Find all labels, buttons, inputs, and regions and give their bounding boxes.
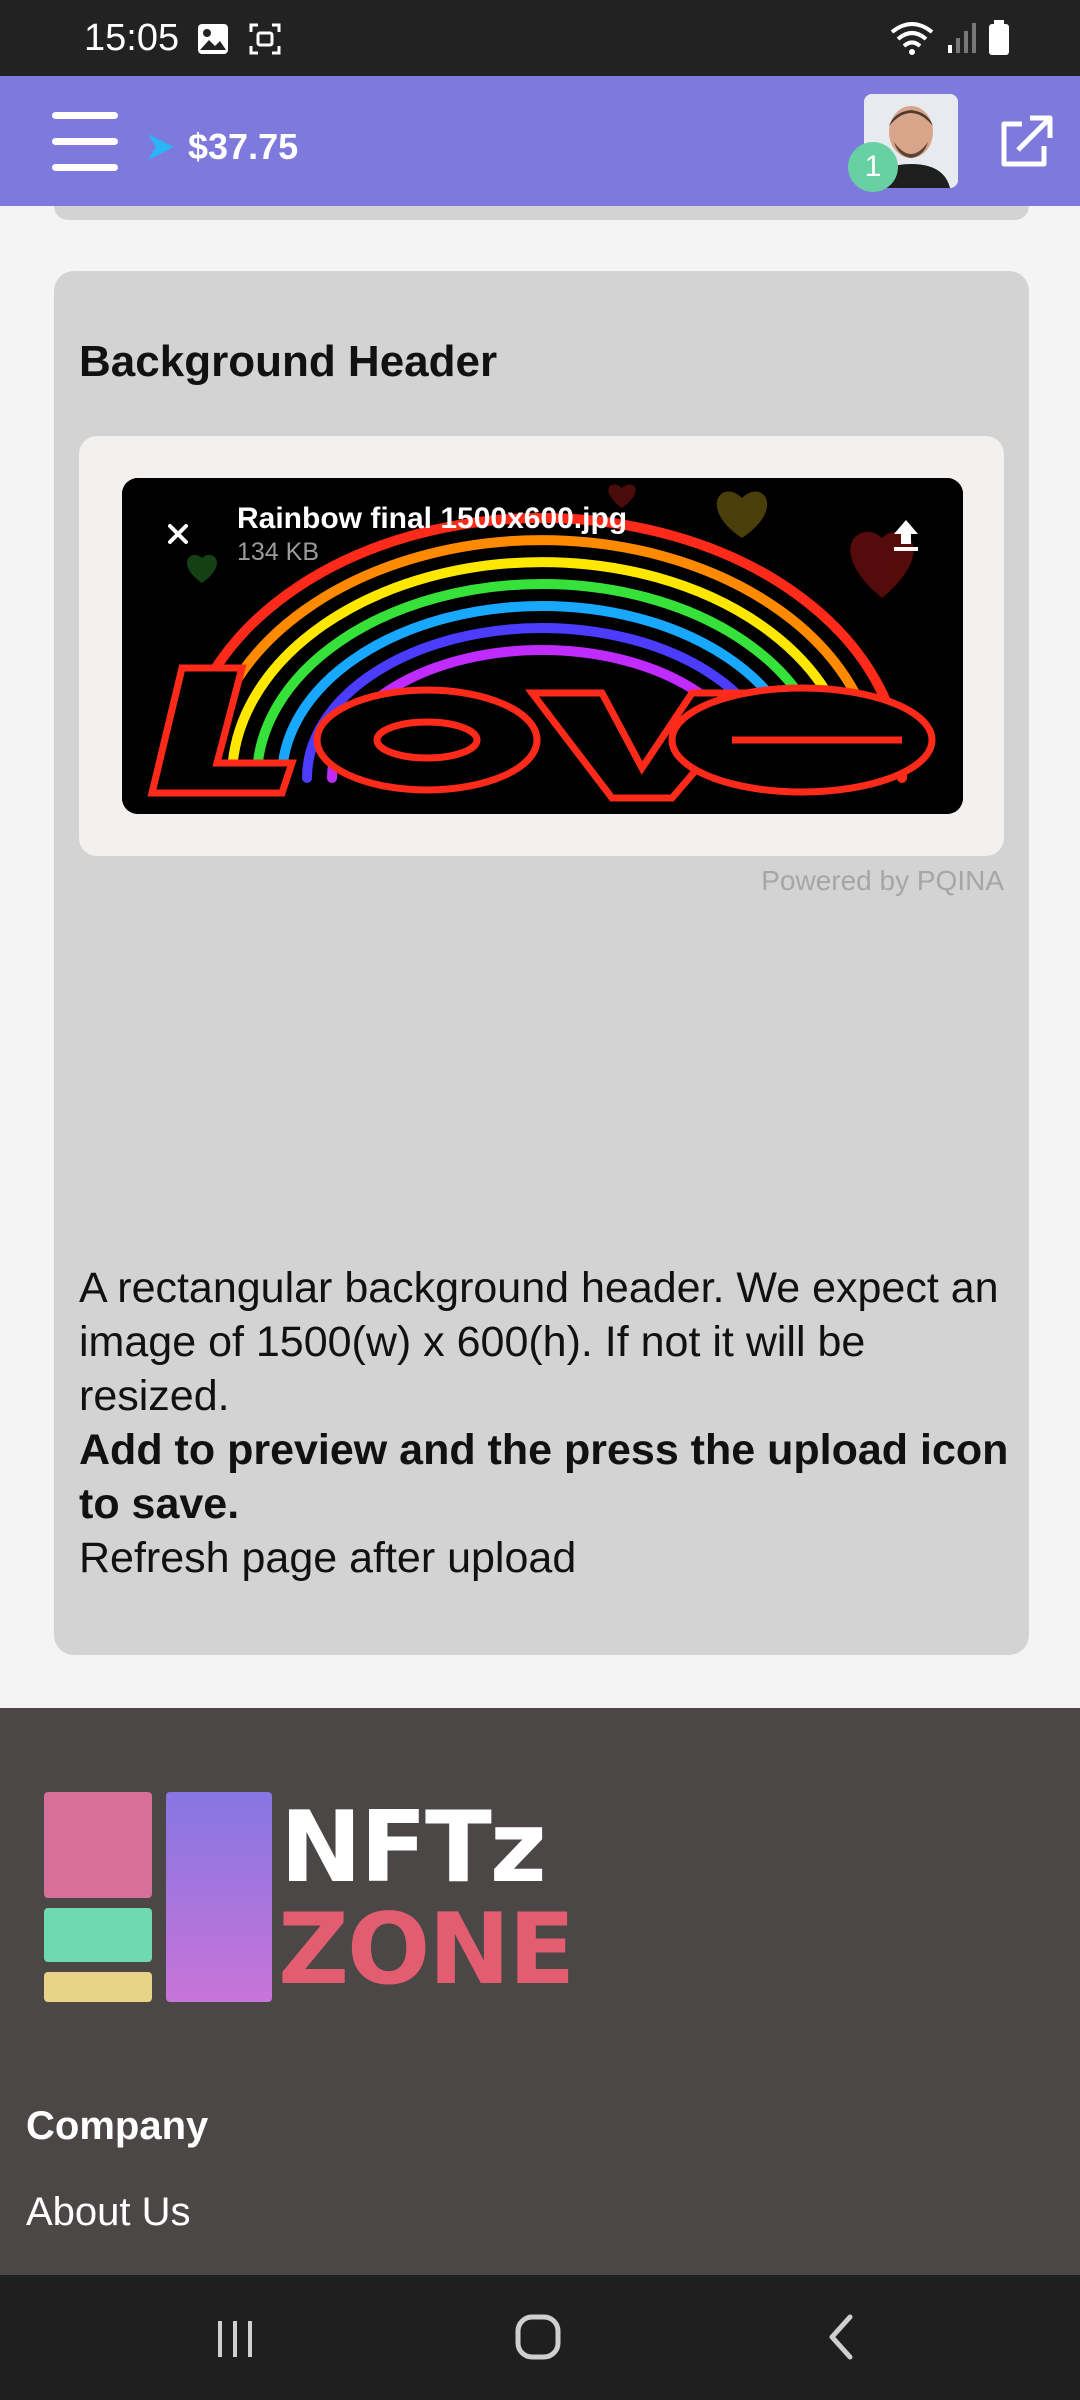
- notification-badge[interactable]: 1: [848, 142, 898, 192]
- background-header-card: Background Header Rainbow final 1500x600…: [54, 271, 1029, 1655]
- battery-icon: [989, 20, 1009, 55]
- back-button[interactable]: [806, 2305, 876, 2369]
- home-button[interactable]: [503, 2305, 573, 2369]
- logo-text-top: NFTz: [280, 1791, 547, 1905]
- home-icon: [515, 2314, 561, 2360]
- external-link-button[interactable]: [996, 112, 1056, 172]
- upload-icon: [894, 520, 918, 551]
- status-icons-left: [196, 22, 282, 56]
- screenshot-icon: [249, 23, 281, 55]
- description: A rectangular background header. We expe…: [79, 1261, 1009, 1585]
- signal-icon: [948, 23, 976, 53]
- file-size: 134 KB: [237, 538, 320, 566]
- image-preview: Rainbow final 1500x600.jpg 134 KB: [122, 478, 963, 814]
- status-time: 15:05: [84, 17, 180, 59]
- balance-arrow-icon: [148, 134, 174, 160]
- menu-button[interactable]: [52, 112, 118, 172]
- footer-heading-company: Company: [26, 2104, 209, 2148]
- menu-icon-bar: [52, 164, 118, 171]
- footer: NFTz ZONE Company About Us: [0, 1708, 1080, 2275]
- navigation-bar: [0, 2275, 1080, 2400]
- recents-icon: [218, 2321, 252, 2357]
- status-bar: 15:05: [0, 0, 1080, 76]
- gallery-icon: [198, 24, 228, 54]
- close-icon: [168, 524, 188, 544]
- menu-icon-bar: [52, 138, 118, 145]
- image-uploader[interactable]: Rainbow final 1500x600.jpg 134 KB: [79, 436, 1004, 856]
- powered-by-link[interactable]: Powered by PQINA: [761, 865, 1004, 897]
- logo-text-bottom: ZONE: [278, 1893, 575, 2007]
- description-text: A rectangular background header. We expe…: [79, 1264, 999, 1420]
- description-instruction: Add to preview and the press the upload …: [79, 1426, 1009, 1528]
- card-title: Background Header: [79, 337, 498, 386]
- external-link-icon: [1001, 115, 1053, 167]
- back-icon: [829, 2314, 853, 2360]
- nftz-zone-logo[interactable]: NFTz ZONE: [42, 1784, 575, 2004]
- recents-button[interactable]: [200, 2305, 270, 2369]
- previous-card-edge: [54, 206, 1029, 220]
- remove-file-button[interactable]: [158, 514, 198, 554]
- wifi-icon: [890, 22, 934, 55]
- balance-amount: $37.75: [188, 126, 299, 167]
- menu-icon-bar: [52, 112, 118, 119]
- app-header: $37.75 1: [0, 76, 1080, 206]
- balance[interactable]: $37.75: [144, 126, 298, 168]
- status-icons-right: [890, 20, 1010, 56]
- description-note: Refresh page after upload: [79, 1534, 577, 1582]
- upload-button[interactable]: [885, 514, 927, 556]
- file-name: Rainbow final 1500x600.jpg: [237, 502, 628, 535]
- footer-link-about-us[interactable]: About Us: [26, 2190, 191, 2235]
